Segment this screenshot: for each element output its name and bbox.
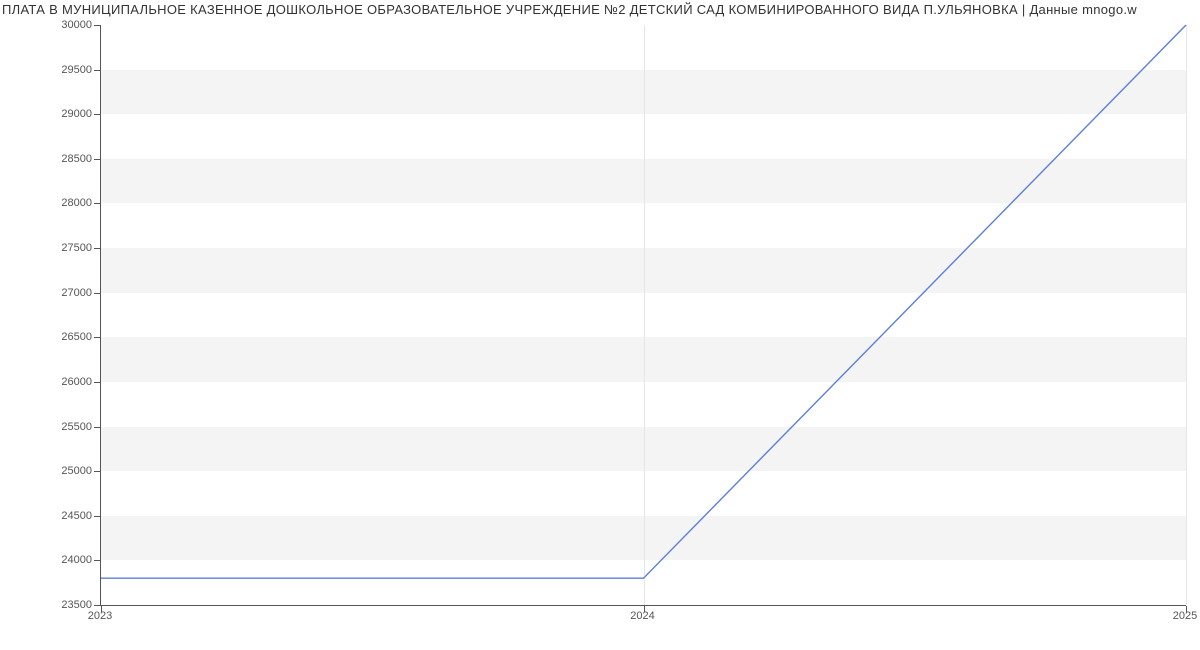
y-tick-label: 26000 xyxy=(12,376,92,388)
y-tick-label: 27000 xyxy=(12,287,92,299)
x-gridline xyxy=(1186,25,1187,605)
y-tick xyxy=(94,427,100,428)
y-tick xyxy=(94,70,100,71)
data-line xyxy=(101,25,1186,578)
plot-area xyxy=(100,25,1186,606)
y-tick-label: 25000 xyxy=(12,465,92,477)
y-tick xyxy=(94,159,100,160)
y-tick xyxy=(94,114,100,115)
y-tick-label: 23500 xyxy=(12,599,92,611)
y-tick xyxy=(94,337,100,338)
y-tick-label: 24500 xyxy=(12,510,92,522)
y-tick xyxy=(94,248,100,249)
y-tick xyxy=(94,516,100,517)
y-tick-label: 27500 xyxy=(12,242,92,254)
y-tick-label: 29000 xyxy=(12,108,92,120)
x-tick-label: 2024 xyxy=(630,610,654,622)
y-tick-label: 30000 xyxy=(12,19,92,31)
y-tick-label: 29500 xyxy=(12,64,92,76)
y-tick xyxy=(94,560,100,561)
y-tick xyxy=(94,293,100,294)
y-tick xyxy=(94,25,100,26)
y-tick-label: 24000 xyxy=(12,554,92,566)
y-tick-label: 25500 xyxy=(12,421,92,433)
y-tick xyxy=(94,203,100,204)
y-tick-label: 28000 xyxy=(12,197,92,209)
y-tick xyxy=(94,382,100,383)
y-tick-label: 28500 xyxy=(12,153,92,165)
line-series xyxy=(101,25,1186,605)
y-tick-label: 26500 xyxy=(12,331,92,343)
chart-container: ПЛАТА В МУНИЦИПАЛЬНОЕ КАЗЕННОЕ ДОШКОЛЬНО… xyxy=(0,0,1200,650)
chart-title: ПЛАТА В МУНИЦИПАЛЬНОЕ КАЗЕННОЕ ДОШКОЛЬНО… xyxy=(0,2,1200,17)
x-tick-label: 2025 xyxy=(1173,610,1197,622)
y-tick xyxy=(94,605,100,606)
y-tick xyxy=(94,471,100,472)
x-tick-label: 2023 xyxy=(88,610,112,622)
